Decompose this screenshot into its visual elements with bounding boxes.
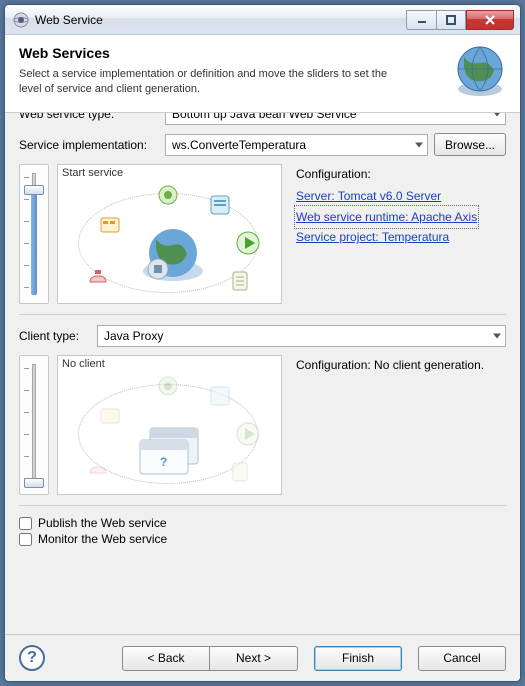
server-link[interactable]: Server: Tomcat v6.0 Server — [296, 186, 441, 206]
cancel-button[interactable]: Cancel — [418, 646, 506, 671]
window-controls — [406, 10, 514, 30]
client-type-label: Client type: — [19, 329, 91, 343]
help-button[interactable]: ? — [19, 645, 45, 671]
client-config-text: Configuration: No client generation. — [296, 355, 506, 375]
window-title: Web Service — [35, 13, 406, 27]
publish-checkbox[interactable] — [19, 517, 32, 530]
page-subtitle: Select a service implementation or defin… — [19, 67, 399, 97]
ws-type-label: Web service type: — [19, 113, 159, 121]
wizard-window: Web Service Web Services Select a servic… — [4, 4, 521, 682]
ws-type-select[interactable]: Bottom up Java bean Web Service — [165, 113, 506, 125]
wizard-header: Web Services Select a service implementa… — [5, 35, 520, 113]
back-button[interactable]: < Back — [122, 646, 210, 671]
close-button[interactable] — [466, 10, 514, 30]
service-impl-label: Service implementation: — [19, 138, 159, 152]
minimize-button[interactable] — [406, 10, 436, 30]
page-title: Web Services — [19, 45, 506, 61]
maximize-button[interactable] — [436, 10, 466, 30]
client-config: Configuration: No client generation. — [290, 355, 506, 495]
chevron-down-icon — [493, 334, 501, 339]
runtime-link[interactable]: Web service runtime: Apache Axis — [296, 207, 477, 227]
service-impl-combo[interactable]: ws.ConverteTemperatura — [165, 134, 428, 156]
client-section: No client ? Configuration: No client gen… — [19, 355, 506, 495]
client-preview: No client ? — [57, 355, 282, 495]
service-section: Start service Configuration: Server: Tom… — [19, 164, 506, 304]
chevron-down-icon — [493, 113, 501, 117]
config-header: Configuration: — [296, 164, 506, 184]
service-level-slider[interactable] — [19, 164, 49, 304]
svg-text:?: ? — [160, 455, 167, 469]
service-preview: Start service — [57, 164, 282, 304]
client-preview-caption: No client — [62, 358, 105, 370]
monitor-label: Monitor the Web service — [38, 532, 167, 546]
titlebar[interactable]: Web Service — [5, 5, 520, 35]
next-button[interactable]: Next > — [210, 646, 298, 671]
finish-button[interactable]: Finish — [314, 646, 402, 671]
chevron-down-icon — [415, 142, 423, 147]
client-level-slider[interactable] — [19, 355, 49, 495]
separator — [19, 314, 506, 315]
service-config: Configuration: Server: Tomcat v6.0 Serve… — [290, 164, 506, 304]
separator — [19, 505, 506, 506]
wizard-footer: ? < Back Next > Finish Cancel — [5, 634, 520, 681]
publish-label: Publish the Web service — [38, 516, 167, 530]
globe-icon — [450, 41, 510, 104]
service-preview-caption: Start service — [62, 167, 123, 179]
monitor-checkbox[interactable] — [19, 533, 32, 546]
wizard-body: document.currentScript.previousElementSi… — [5, 113, 520, 634]
project-link[interactable]: Service project: Temperatura — [296, 227, 449, 247]
browse-button[interactable]: Browse... — [434, 133, 506, 156]
app-icon — [13, 12, 29, 28]
client-type-select[interactable]: Java Proxy — [97, 325, 506, 347]
